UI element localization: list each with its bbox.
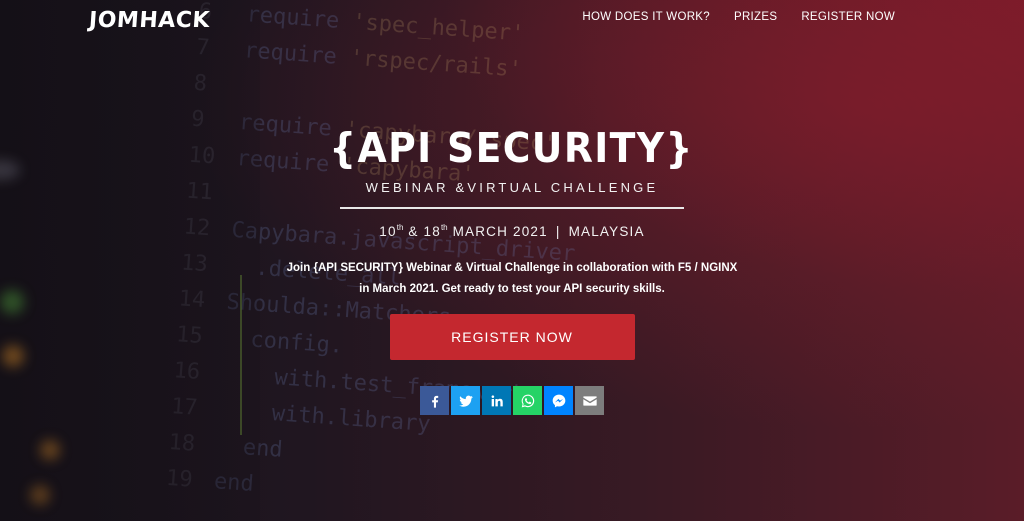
description-line-1: Join {API SECURITY} Webinar & Virtual Ch… [286, 262, 738, 274]
date-day-2: 18 [423, 224, 441, 239]
event-description: Join {API SECURITY} Webinar & Virtual Ch… [252, 258, 772, 300]
nav-register-now[interactable]: REGISTER NOW [801, 11, 895, 23]
hero-section: {API SECURITY} WEBINAR &VIRTUAL CHALLENG… [0, 128, 1024, 415]
date-month-year: MARCH 2021 [452, 224, 548, 239]
top-navbar: JOMHACK HOW DOES IT WORK? PRIZES REGISTE… [0, 0, 1024, 36]
share-buttons [0, 386, 1024, 415]
event-dates: 10th & 18th MARCH 2021 | MALAYSIA [0, 223, 1024, 239]
linkedin-icon [491, 394, 503, 406]
nav-how-it-works[interactable]: HOW DOES IT WORK? [582, 11, 710, 23]
main-nav: HOW DOES IT WORK? PRIZES REGISTER NOW [582, 11, 895, 23]
twitter-icon [458, 395, 473, 407]
date-suffix-1: th [396, 223, 404, 232]
site-logo[interactable]: JOMHACK [88, 8, 211, 33]
share-linkedin-button[interactable] [482, 386, 511, 415]
share-email-button[interactable] [575, 386, 604, 415]
description-line-2: in March 2021. Get ready to test your AP… [359, 283, 665, 295]
event-subtitle: WEBINAR &VIRTUAL CHALLENGE [365, 180, 659, 195]
email-icon [582, 395, 597, 406]
blur-dot [40, 440, 60, 460]
title-divider [340, 207, 684, 209]
blur-dot [30, 485, 50, 505]
share-messenger-button[interactable] [544, 386, 573, 415]
event-location: MALAYSIA [568, 224, 645, 239]
messenger-icon [552, 394, 565, 407]
facebook-icon [431, 395, 438, 408]
date-suffix-2: th [440, 223, 448, 232]
date-day-1: 10 [379, 224, 397, 239]
share-whatsapp-button[interactable] [513, 386, 542, 415]
share-facebook-button[interactable] [420, 386, 449, 415]
register-now-button[interactable]: REGISTER NOW [389, 314, 635, 360]
nav-prizes[interactable]: PRIZES [734, 11, 777, 23]
share-twitter-button[interactable] [451, 386, 480, 415]
event-title: {API SECURITY} [329, 124, 694, 172]
date-separator: | [555, 224, 561, 239]
whatsapp-icon [521, 394, 534, 407]
date-amp: & [408, 224, 419, 239]
